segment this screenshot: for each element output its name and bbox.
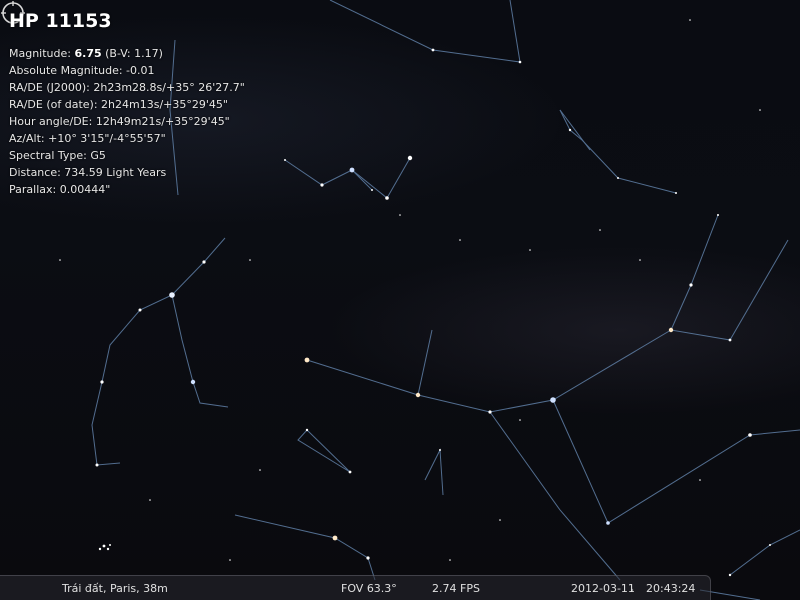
bv-index: (B-V: 1.17) xyxy=(101,47,163,60)
constellation-line xyxy=(559,109,677,194)
fps-label: 2.74 FPS xyxy=(432,582,480,595)
distance: Distance: 734.59 Light Years xyxy=(9,166,167,179)
star[interactable] xyxy=(606,521,610,525)
object-name: HP 11153 xyxy=(9,10,112,32)
constellation-line xyxy=(424,448,444,496)
constellation-line xyxy=(171,294,229,408)
star[interactable] xyxy=(550,397,556,403)
date-label[interactable]: 2012-03-11 xyxy=(571,582,635,595)
star[interactable] xyxy=(304,357,310,363)
star[interactable] xyxy=(529,249,531,251)
star[interactable] xyxy=(229,559,231,561)
star[interactable] xyxy=(98,547,102,551)
star[interactable] xyxy=(202,260,206,264)
star[interactable] xyxy=(689,19,691,21)
magnitude-value: 6.75 xyxy=(74,47,102,60)
star[interactable] xyxy=(675,192,677,194)
star[interactable] xyxy=(459,239,461,241)
az-alt: Az/Alt: +10° 3'15"/-4°55'57" xyxy=(9,132,166,145)
constellation-line xyxy=(729,239,789,341)
spectral-type: Spectral Type: G5 xyxy=(9,149,106,162)
star[interactable] xyxy=(439,449,441,451)
magnitude-label: Magnitude: xyxy=(9,47,75,60)
star[interactable] xyxy=(568,128,572,132)
star[interactable] xyxy=(59,259,61,261)
star[interactable] xyxy=(138,308,142,312)
star[interactable] xyxy=(759,109,761,111)
star[interactable] xyxy=(95,463,99,467)
time-label[interactable]: 20:43:24 xyxy=(646,582,695,595)
star[interactable] xyxy=(169,292,175,298)
status-bar: Trái đất, Paris, 38m FOV 63.3° 2.74 FPS … xyxy=(0,575,711,600)
star[interactable] xyxy=(109,544,111,546)
star[interactable] xyxy=(371,189,373,191)
constellation-line xyxy=(559,109,591,151)
star[interactable] xyxy=(399,214,401,216)
object-info-panel: HP 11153 Magnitude: 6.75 (B-V: 1.17) Abs… xyxy=(9,8,309,198)
constellation-line xyxy=(91,237,226,466)
star[interactable] xyxy=(190,379,196,385)
star[interactable] xyxy=(431,48,435,52)
constellation-line xyxy=(306,329,731,413)
star[interactable] xyxy=(617,177,619,179)
constellation-line xyxy=(552,399,800,524)
star[interactable] xyxy=(385,196,389,200)
star[interactable] xyxy=(728,338,732,342)
star[interactable] xyxy=(415,392,421,398)
absolute-magnitude: Absolute Magnitude: -0.01 xyxy=(9,64,155,77)
star[interactable] xyxy=(332,535,338,541)
star[interactable] xyxy=(488,410,492,414)
constellation-line xyxy=(670,214,719,331)
constellation-line xyxy=(329,0,521,63)
constellation-line xyxy=(417,329,433,396)
ra-de-of-date: RA/DE (of date): 2h24m13s/+35°29'45" xyxy=(9,98,228,111)
star[interactable] xyxy=(348,470,352,474)
star[interactable] xyxy=(728,573,732,577)
star[interactable] xyxy=(518,60,522,64)
star[interactable] xyxy=(102,544,106,548)
star[interactable] xyxy=(407,155,413,161)
location-label[interactable]: Trái đất, Paris, 38m xyxy=(62,582,168,595)
hour-angle: Hour angle/DE: 12h49m21s/+35°29'45" xyxy=(9,115,230,128)
star[interactable] xyxy=(699,479,701,481)
star[interactable] xyxy=(100,380,104,384)
star[interactable] xyxy=(499,519,501,521)
star[interactable] xyxy=(249,259,251,261)
star[interactable] xyxy=(519,419,521,421)
star[interactable] xyxy=(366,556,370,560)
star[interactable] xyxy=(149,499,151,501)
star[interactable] xyxy=(449,559,451,561)
star[interactable] xyxy=(748,433,752,437)
constellation-line xyxy=(234,514,376,581)
fov-label: FOV 63.3° xyxy=(341,582,397,595)
star[interactable] xyxy=(639,259,641,261)
star[interactable] xyxy=(349,167,355,173)
star[interactable] xyxy=(305,428,309,432)
star[interactable] xyxy=(717,214,719,216)
star[interactable] xyxy=(769,544,771,546)
constellation-line xyxy=(297,429,351,473)
constellation-line xyxy=(351,169,373,191)
constellation-line xyxy=(729,529,800,576)
constellation-line xyxy=(489,411,621,581)
star[interactable] xyxy=(668,327,674,333)
star[interactable] xyxy=(599,229,601,231)
star[interactable] xyxy=(106,547,110,551)
star[interactable] xyxy=(689,283,693,287)
magnitude-line: Magnitude: 6.75 (B-V: 1.17) xyxy=(9,45,309,62)
parallax: Parallax: 0.00444" xyxy=(9,183,111,196)
star[interactable] xyxy=(320,183,324,187)
ra-de-j2000: RA/DE (J2000): 2h23m28.8s/+35° 26'27.7" xyxy=(9,81,245,94)
star[interactable] xyxy=(259,469,261,471)
